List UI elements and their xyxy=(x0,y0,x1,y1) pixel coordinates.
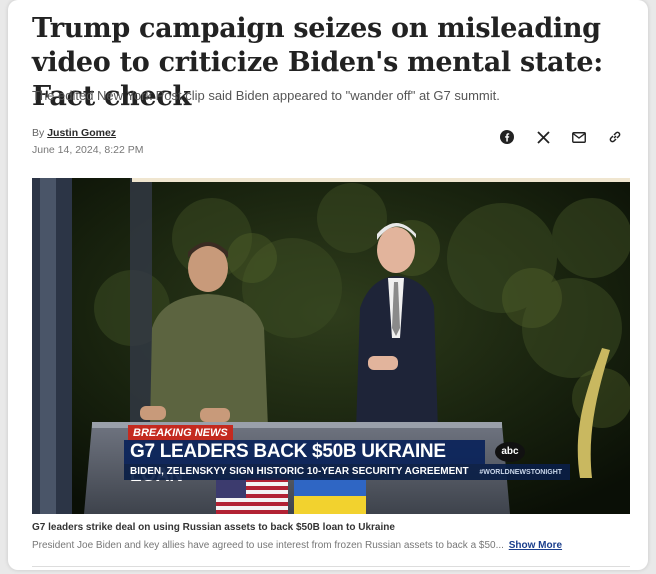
caption-title: G7 leaders strike deal on using Russian … xyxy=(32,522,395,533)
lower-third-headline: G7 LEADERS BACK $50B UKRAINE LOAN xyxy=(124,440,485,486)
link-icon[interactable] xyxy=(608,130,622,144)
breaking-news-tag: BREAKING NEWS xyxy=(128,425,233,441)
lower-third-subline: BIDEN, ZELENSKYY SIGN HISTORIC 10-YEAR S… xyxy=(124,464,570,480)
broadcast-hashtag: #WORLDNEWSTONIGHT xyxy=(479,469,563,476)
abc-logo: abc xyxy=(495,442,525,462)
byline: By Justin Gomez xyxy=(32,127,116,139)
facebook-icon[interactable] xyxy=(500,130,514,144)
article-card: Trump campaign seizes on misleading vide… xyxy=(8,0,648,570)
show-more-link[interactable]: Show More xyxy=(509,540,562,551)
article-subhead: The edited New York Post clip said Biden… xyxy=(32,88,500,103)
byline-prefix: By xyxy=(32,127,45,139)
author-link[interactable]: Justin Gomez xyxy=(47,127,116,139)
x-icon[interactable] xyxy=(536,130,550,144)
lower-third-subline-text: BIDEN, ZELENSKYY SIGN HISTORIC 10-YEAR S… xyxy=(130,466,469,477)
divider xyxy=(32,566,630,567)
share-bar xyxy=(500,130,622,144)
caption-body: President Joe Biden and key allies have … xyxy=(32,540,632,551)
caption-text: President Joe Biden and key allies have … xyxy=(32,540,504,551)
article-photo[interactable]: BREAKING NEWS G7 LEADERS BACK $50B UKRAI… xyxy=(32,178,630,514)
publish-date: June 14, 2024, 8:22 PM xyxy=(32,144,144,156)
mail-icon[interactable] xyxy=(572,130,586,144)
